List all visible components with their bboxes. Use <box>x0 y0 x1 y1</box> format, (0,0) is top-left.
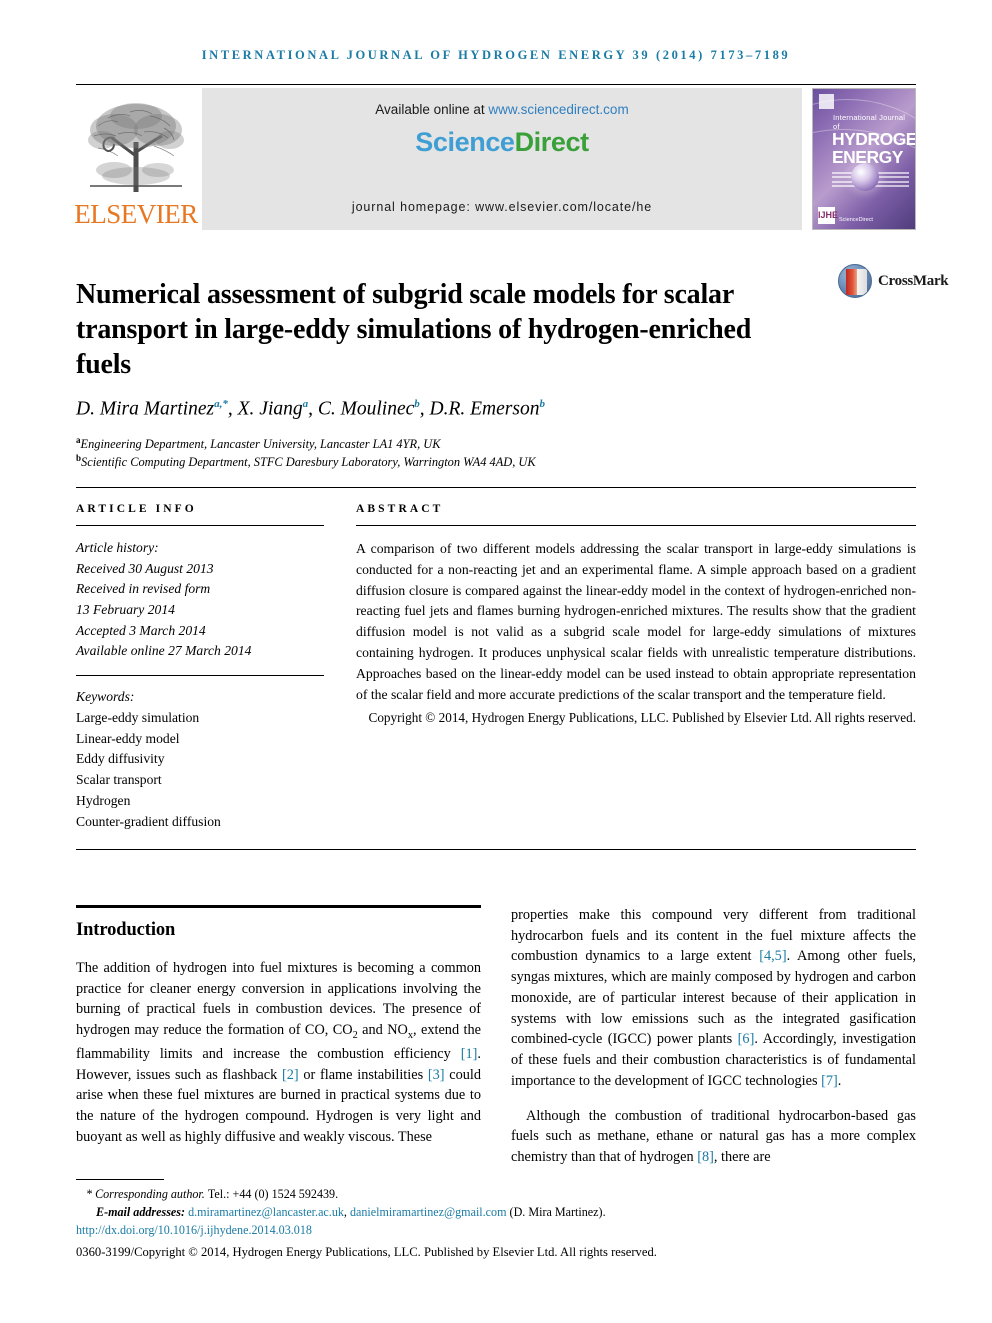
sciencedirect-logo: ScienceDirect <box>202 127 802 158</box>
journal-cover-thumbnail: International Journal of HYDROGEN ENERGY… <box>812 88 916 230</box>
journal-article-page: International Journal of Hydrogen Energy… <box>0 0 992 1323</box>
info-block-top-rule <box>76 487 916 488</box>
abstract-copyright: Copyright © 2014, Hydrogen Energy Public… <box>368 709 916 725</box>
article-history: Article history: Received 30 August 2013… <box>76 538 324 662</box>
footnote-rule <box>76 1179 164 1180</box>
keyword-item: Counter-gradient diffusion <box>76 813 221 829</box>
keywords-rule <box>76 674 324 676</box>
article-info-heading: Article info <box>76 503 197 515</box>
article-history-item: Available online 27 March 2014 <box>76 643 252 659</box>
elsevier-tree-icon <box>88 103 184 192</box>
cover-ijhe-badge: IJHE <box>818 207 838 224</box>
doi-link[interactable]: http://dx.doi.org/10.1016/j.ijhydene.201… <box>76 1222 916 1240</box>
affiliation-a-text: Engineering Department, Lancaster Univer… <box>80 437 441 452</box>
sciencedirect-logo-science: Science <box>415 127 515 157</box>
page-title: Numerical assessment of subgrid scale mo… <box>76 278 752 381</box>
email-owner: (D. Mira Martinez). <box>509 1204 606 1219</box>
intro-paragraph-right-2: Although the combustion of traditional h… <box>511 1107 916 1166</box>
sciencedirect-logo-direct: Direct <box>514 127 590 157</box>
email-addresses-label: E-mail addresses: <box>96 1204 186 1219</box>
corresponding-author-note: * Corresponding author. Tel.: +44 (0) 15… <box>86 1187 339 1201</box>
page-footer: * Corresponding author. Tel.: +44 (0) 15… <box>76 1186 916 1261</box>
abstract-column: Abstract A comparison of two different m… <box>356 503 916 728</box>
email-link-secondary[interactable]: danielmiramartinez@gmail.com <box>350 1205 507 1219</box>
abstract-body: A comparison of two different models add… <box>356 541 916 702</box>
intro-paragraph-right-1: properties make this compound very diffe… <box>511 907 917 1089</box>
article-history-item: Accepted 3 March 2014 <box>76 622 206 638</box>
intro-paragraph-left: The addition of hydrogen into fuel mixtu… <box>76 960 481 1145</box>
keyword-item: Hydrogen <box>76 792 131 808</box>
header-rule <box>76 84 916 85</box>
crossmark-label: CrossMark <box>878 272 949 289</box>
available-online-line: Available online at www.sciencedirect.co… <box>202 102 802 117</box>
journal-homepage[interactable]: journal homepage: www.elsevier.com/locat… <box>202 200 802 214</box>
article-history-item: 13 February 2014 <box>76 601 175 617</box>
article-history-item: Received in revised form <box>76 581 211 597</box>
keywords-label: Keywords: <box>76 688 135 704</box>
keyword-item: Linear-eddy model <box>76 730 180 746</box>
cover-content: International Journal of HYDROGEN ENERGY… <box>813 89 915 229</box>
cover-sciencedirect-credit: ScienceDirect <box>839 216 873 223</box>
article-info-column: Article info Article history: Received 3… <box>76 503 324 833</box>
sciencedirect-banner: Available online at www.sciencedirect.co… <box>202 88 802 230</box>
elsevier-logo: ELSEVIER <box>74 88 198 230</box>
keyword-item: Scalar transport <box>76 772 162 788</box>
abstract-heading-rule <box>356 525 916 526</box>
sciencedirect-url[interactable]: www.sciencedirect.com <box>488 102 628 117</box>
section-rule <box>76 905 481 908</box>
cover-elsevier-icon <box>819 94 834 109</box>
email-link-primary[interactable]: d.miramartinez@lancaster.ac.uk <box>188 1205 344 1219</box>
keyword-item: Eddy diffusivity <box>76 751 165 767</box>
crossmark-icon <box>838 264 872 298</box>
available-online-text: Available online at <box>375 102 489 117</box>
issn-copyright-line: 0360-3199/Copyright © 2014, Hydrogen Ene… <box>76 1244 657 1259</box>
article-history-item: Received 30 August 2013 <box>76 560 214 576</box>
keywords-block: Keywords: Large-eddy simulation Linear-e… <box>76 687 324 833</box>
masthead: ELSEVIER Available online at www.science… <box>74 88 916 230</box>
article-info-heading-rule <box>76 525 324 526</box>
elsevier-wordmark: ELSEVIER <box>74 199 198 229</box>
email-addresses-line: E-mail addresses: d.miramartinez@lancast… <box>76 1204 916 1222</box>
body-column-right: properties make this compound very diffe… <box>511 905 916 1182</box>
affiliation-b: bScientific Computing Department, STFC D… <box>76 452 876 472</box>
affiliation-b-text: Scientific Computing Department, STFC Da… <box>81 455 536 470</box>
crossmark-badge[interactable]: CrossMark <box>838 264 949 298</box>
cover-footer: IJHE ScienceDirect <box>818 207 910 224</box>
body-column-left: Introduction The addition of hydrogen in… <box>76 905 481 1162</box>
keyword-item: Large-eddy simulation <box>76 709 200 725</box>
info-block-bottom-rule <box>76 849 916 850</box>
section-heading-introduction: Introduction <box>76 920 176 940</box>
abstract-heading: Abstract <box>356 503 444 515</box>
author-list: D. Mira Martineza,*, X. Jianga, C. Mouli… <box>76 398 545 420</box>
running-head: International Journal of Hydrogen Energy… <box>201 48 791 62</box>
cover-orb-graphic <box>851 163 879 191</box>
article-history-label: Article history: <box>76 540 159 555</box>
